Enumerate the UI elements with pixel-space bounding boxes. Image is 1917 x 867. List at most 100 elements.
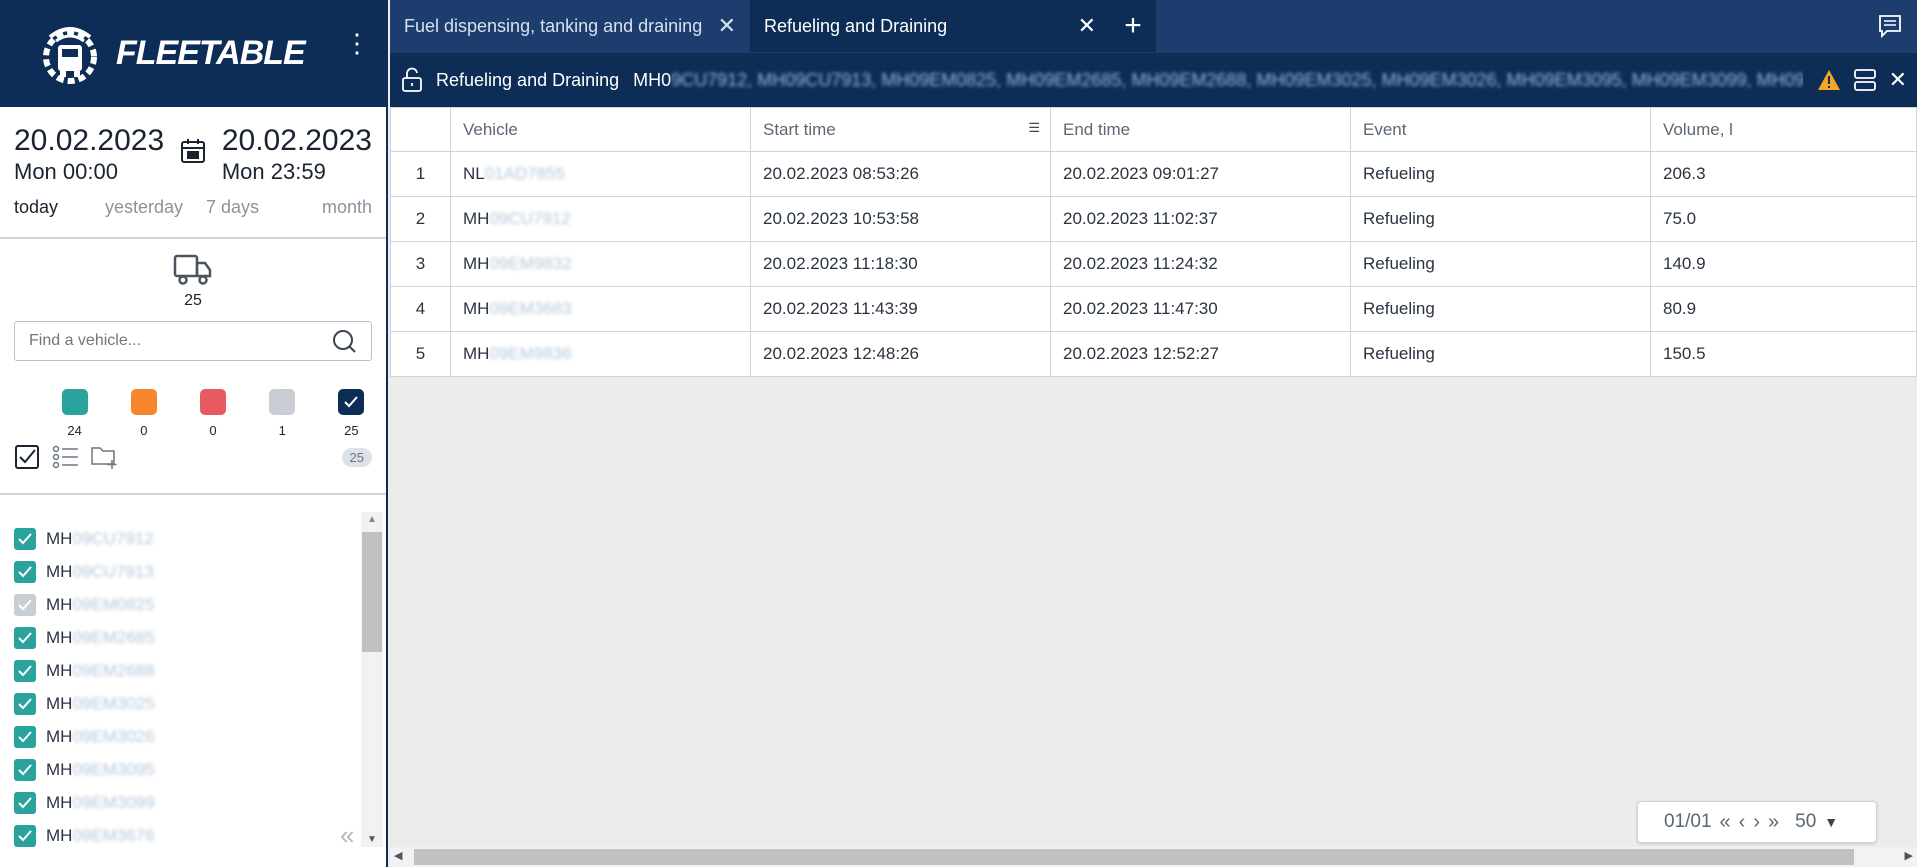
- table-row[interactable]: 2 MH09CU7912 20.02.2023 10:53:58 20.02.2023…: [390, 196, 1917, 242]
- chat-icon[interactable]: [1877, 13, 1903, 39]
- vehicle-checkbox[interactable]: [14, 758, 36, 781]
- cell-vehicle: MH09EM3683: [450, 286, 751, 332]
- truck-icon: [173, 254, 212, 285]
- prev-page-icon[interactable]: ‹: [1739, 811, 1746, 834]
- vehicle-checkbox[interactable]: [14, 725, 36, 748]
- vehicle-checkbox[interactable]: [14, 593, 36, 616]
- vehicle-list-item[interactable]: MH 09CU7912: [0, 522, 360, 555]
- column-header-volume[interactable]: Volume, l: [1650, 107, 1917, 152]
- start-date-value: 20.02.2023: [14, 124, 165, 157]
- cell-vehicle: NL01AD7855: [450, 151, 751, 197]
- column-header-vehicle[interactable]: Vehicle: [450, 107, 751, 152]
- truck-gear-logo-icon: [43, 26, 97, 84]
- vehicle-checkbox[interactable]: [14, 692, 36, 715]
- status-filter-orange[interactable]: 0: [109, 389, 178, 461]
- table-row[interactable]: 1 NL01AD7855 20.02.2023 08:53:26 20.02.2023…: [390, 151, 1917, 197]
- vehicle-list-scrollbar[interactable]: ▲ ▼: [361, 512, 383, 847]
- vehicle-prefix: MH: [46, 627, 73, 647]
- table-row[interactable]: 5 MH09EM9836 20.02.2023 12:48:26 20.02.2023…: [390, 331, 1917, 377]
- quick-today[interactable]: today: [14, 197, 58, 237]
- vehicle-checkbox[interactable]: [14, 527, 36, 550]
- tab-refueling-draining[interactable]: Refueling and Draining ✕: [750, 0, 1110, 52]
- close-tab-icon[interactable]: ✕: [1078, 13, 1096, 39]
- last-page-icon[interactable]: »: [1768, 811, 1779, 834]
- vehicle-total: 25: [0, 239, 386, 321]
- column-header-end-time[interactable]: End time: [1050, 107, 1351, 152]
- table-horizontal-scrollbar[interactable]: ◀ ▶: [390, 847, 1917, 867]
- search-icon[interactable]: [331, 328, 357, 354]
- warning-icon[interactable]: [1817, 69, 1841, 91]
- scrollbar-thumb[interactable]: [362, 532, 382, 652]
- vehicle-checkbox[interactable]: [14, 791, 36, 814]
- vehicle-plate-rest: 09CU7912: [489, 209, 571, 228]
- vehicle-plate-rest: 09EM3095: [72, 759, 155, 779]
- add-tab-icon[interactable]: +: [1110, 0, 1156, 52]
- list-view-icon[interactable]: [52, 444, 80, 470]
- split-view-icon[interactable]: [1853, 67, 1877, 93]
- quick-month[interactable]: month: [322, 197, 372, 237]
- search-input[interactable]: [29, 332, 309, 350]
- vehicle-search[interactable]: [14, 321, 372, 361]
- report-title-actions: ✕: [1817, 67, 1907, 93]
- vehicle-list-item[interactable]: MH 09EM3026: [0, 720, 360, 753]
- close-report-icon[interactable]: ✕: [1889, 67, 1907, 93]
- status-count: 1: [278, 423, 286, 438]
- vehicle-list-item[interactable]: MH 09EM3099: [0, 786, 360, 819]
- vehicle-checkbox[interactable]: [14, 560, 36, 583]
- cell-start-time: 20.02.2023 11:18:30: [750, 241, 1051, 287]
- vehicle-plate-rest: 09EM0825: [72, 594, 155, 614]
- vehicle-checkbox[interactable]: [14, 626, 36, 649]
- cell-end-time: 20.02.2023 11:02:37: [1050, 196, 1351, 242]
- tab-fuel-dispensing[interactable]: Fuel dispensing, tanking and draining ✕: [390, 0, 750, 52]
- vehicle-list-item[interactable]: MH 09EM3095: [0, 753, 360, 786]
- vehicle-list-item[interactable]: MH 09CU7913: [0, 555, 360, 588]
- calendar-icon[interactable]: [179, 125, 207, 187]
- add-folder-icon[interactable]: [90, 444, 118, 470]
- vehicle-plate-rest: 01AD7855: [484, 164, 566, 183]
- vehicle-checkbox[interactable]: [14, 659, 36, 682]
- vehicle-plate-rest: 09EM3026: [72, 726, 155, 746]
- vehicle-list-item[interactable]: MH 09EM3025: [0, 687, 360, 720]
- column-header-index: [390, 107, 451, 152]
- close-tab-icon[interactable]: ✕: [718, 13, 736, 39]
- start-date[interactable]: 20.02.2023 Mon 00:00: [14, 125, 164, 187]
- end-time-value: Mon 23:59: [221, 159, 326, 184]
- collapse-sidebar-icon[interactable]: «: [340, 820, 354, 851]
- table-row[interactable]: 4 MH09EM3683 20.02.2023 11:43:39 20.02.2023…: [390, 286, 1917, 332]
- next-page-icon[interactable]: ›: [1753, 811, 1760, 834]
- vehicle-plate-rest: 09CU7913: [72, 561, 154, 581]
- vehicle-checkbox[interactable]: [14, 824, 36, 847]
- column-header-event[interactable]: Event: [1350, 107, 1651, 152]
- select-all-checkbox-icon[interactable]: [14, 444, 40, 470]
- vehicle-list-item[interactable]: MH 09EM3676: [0, 819, 360, 852]
- selected-count-badge: 25: [341, 447, 372, 467]
- vehicle-prefix: MH: [46, 693, 73, 713]
- page-indicator: 01/01: [1664, 811, 1712, 832]
- cell-event: Refueling: [1350, 331, 1651, 377]
- quick-7-days[interactable]: 7 days: [206, 197, 259, 237]
- report-vehicles-rest: 9CU7912, MH09CU7913, MH09EM0825, MH09EM2…: [671, 69, 1804, 90]
- column-header-start-time[interactable]: Start time ☰: [750, 107, 1051, 152]
- status-swatch-red: [200, 389, 226, 415]
- quick-yesterday[interactable]: yesterday: [105, 197, 183, 237]
- first-page-icon[interactable]: «: [1720, 811, 1731, 834]
- per-page-value[interactable]: 50: [1795, 811, 1816, 833]
- status-filter-gray[interactable]: 1: [248, 389, 317, 461]
- end-date[interactable]: 20.02.2023 Mon 23:59: [222, 125, 372, 187]
- kebab-menu-icon[interactable]: ⋮: [344, 30, 370, 56]
- cell-end-time: 20.02.2023 11:24:32: [1050, 241, 1351, 287]
- chevron-down-icon[interactable]: ▼: [1824, 814, 1838, 830]
- vehicle-list-item[interactable]: MH 09EM2685: [0, 621, 360, 654]
- status-count: 25: [344, 423, 359, 438]
- vehicle-list-item[interactable]: MH 09EM2688: [0, 654, 360, 687]
- vehicle-plate-rest: 09EM9832: [489, 254, 572, 273]
- cell-volume: 206.3: [1650, 151, 1917, 197]
- scrollbar-thumb[interactable]: [414, 849, 1854, 865]
- status-swatch-gray: [269, 389, 296, 415]
- table-row[interactable]: 3 MH09EM9832 20.02.2023 11:18:30 20.02.2023…: [390, 241, 1917, 287]
- date-range[interactable]: 20.02.2023 Mon 00:00 20.02.2023 Mon 23:5…: [0, 107, 386, 187]
- status-filter-red[interactable]: 0: [178, 389, 247, 461]
- sort-icon[interactable]: ☰: [1028, 120, 1040, 136]
- vehicle-list-item[interactable]: MH 09EM0825: [0, 588, 360, 621]
- unlock-icon[interactable]: [400, 67, 424, 93]
